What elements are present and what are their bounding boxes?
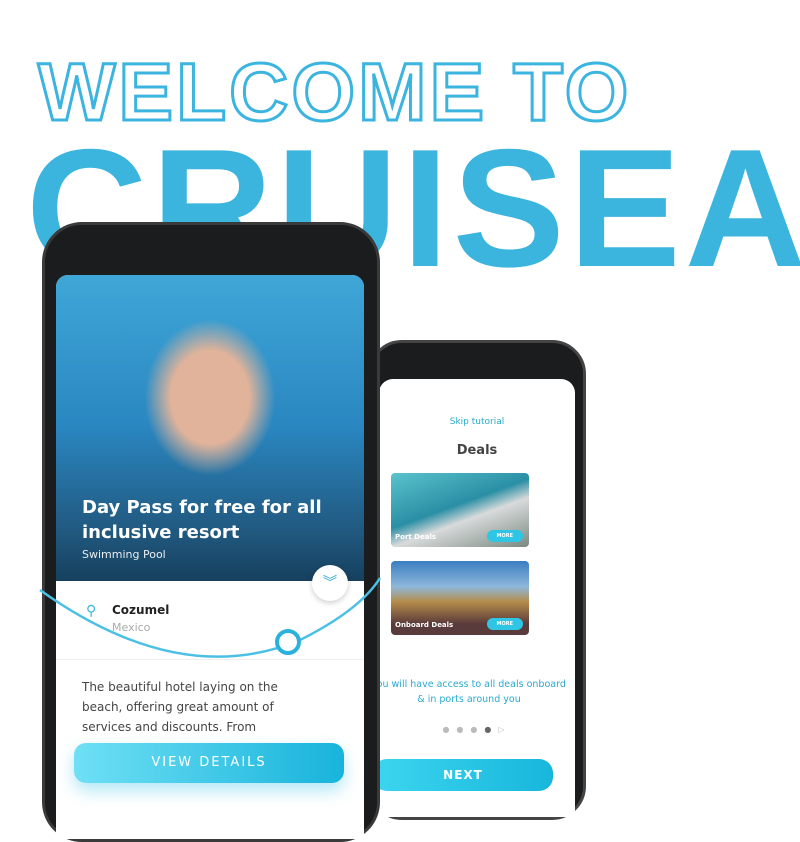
route-marker [275,629,301,655]
route-curve [39,577,382,658]
